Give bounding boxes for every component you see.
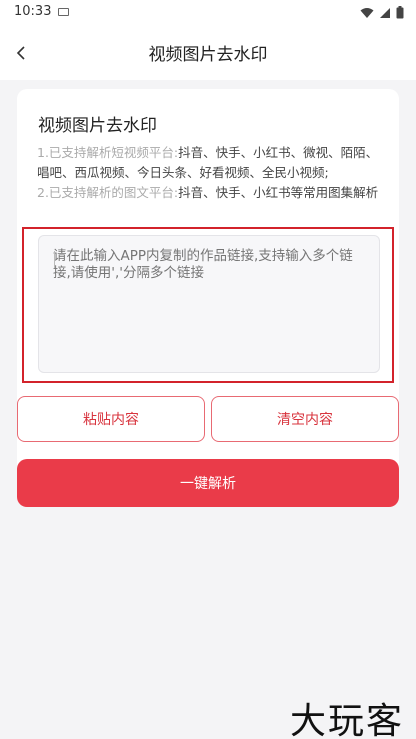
link-input[interactable]: [38, 235, 380, 373]
line2-platforms: 抖音、快手、小红书等常用图集解析: [178, 185, 379, 200]
notification-icon: [58, 8, 69, 16]
input-highlight-box: [22, 227, 394, 383]
main-card: 视频图片去水印 1.已支持解析短视频平台:抖音、快手、小红书、微视、陌陌、唱吧、…: [17, 89, 399, 507]
status-bar: 10:33: [0, 0, 416, 26]
watermark-logo: 大玩客: [290, 701, 405, 739]
status-time: 10:33: [14, 4, 52, 19]
line1-prefix: 1.已支持解析短视频平台:: [37, 145, 179, 160]
wifi-icon: [360, 7, 374, 18]
supported-platforms-description: 1.已支持解析短视频平台:抖音、快手、小红书、微视、陌陌、唱吧、西瓜视频、今日头…: [37, 143, 381, 203]
paste-button[interactable]: 粘贴内容: [17, 396, 205, 442]
status-icons: [360, 6, 404, 19]
parse-button[interactable]: 一键解析: [17, 459, 399, 507]
text-caret: [54, 251, 55, 268]
signal-icon: [380, 7, 390, 18]
battery-icon: [396, 6, 404, 19]
nav-bar: 视频图片去水印: [0, 26, 416, 80]
page-title: 视频图片去水印: [148, 45, 268, 65]
line2-prefix: 2.已支持解析的图文平台:: [37, 185, 179, 200]
clear-button[interactable]: 清空内容: [211, 396, 399, 442]
card-title: 视频图片去水印: [38, 116, 157, 136]
